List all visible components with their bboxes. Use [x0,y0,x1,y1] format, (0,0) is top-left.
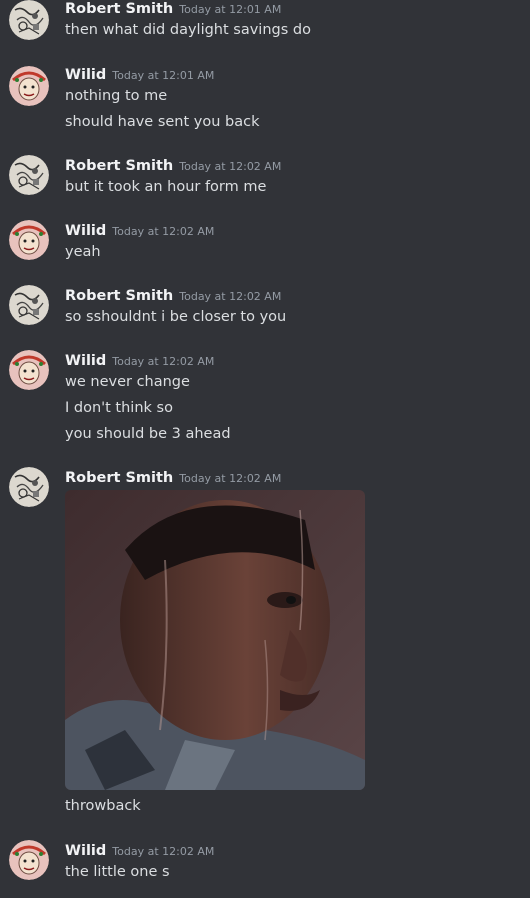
message-text: but it took an hour form me [65,179,267,195]
message-group: Robert Smith Today at 12:02 AM throwback [0,467,530,827]
chat-message-list: Robert Smith Today at 12:01 AM then what … [0,0,530,898]
username[interactable]: Robert Smith [65,470,173,486]
timestamp: Today at 12:01 AM [112,69,215,82]
cartoon-face-avatar-icon[interactable] [9,350,49,390]
username[interactable]: Robert Smith [65,1,173,17]
message-text: I don't think so [65,400,173,416]
timestamp: Today at 12:02 AM [179,160,282,173]
message-group: Robert Smith Today at 12:02 AM but it too… [0,155,530,215]
sketch-drawing-avatar-icon[interactable] [9,285,49,325]
message-group: Wilid Today at 12:02 AM the little one s [0,840,530,898]
message-text: throwback [65,798,141,814]
cartoon-face-avatar-icon[interactable] [9,66,49,106]
message-text: so sshouldnt i be closer to you [65,309,287,325]
timestamp: Today at 12:02 AM [112,225,215,238]
username[interactable]: Wilid [65,843,106,859]
message-header: Wilid Today at 12:02 AM [65,840,214,862]
message-header: Wilid Today at 12:02 AM [65,350,214,372]
message-text: should have sent you back [65,114,260,130]
message-text: we never change [65,374,190,390]
username[interactable]: Wilid [65,67,106,83]
message-text: then what did daylight savings do [65,22,311,38]
image-attachment[interactable] [65,490,365,790]
username[interactable]: Wilid [65,223,106,239]
message-group: Wilid Today at 12:02 AM yeah [0,220,530,280]
cartoon-face-avatar-icon[interactable] [9,840,49,880]
sketch-drawing-avatar-icon[interactable] [9,467,49,507]
timestamp: Today at 12:02 AM [179,290,282,303]
message-text: the little one s [65,864,170,880]
message-header: Robert Smith Today at 12:02 AM [65,155,281,177]
timestamp: Today at 12:01 AM [179,3,282,16]
message-group: Robert Smith Today at 12:02 AM so sshould… [0,285,530,345]
message-header: Robert Smith Today at 12:02 AM [65,285,281,307]
message-text: nothing to me [65,88,168,104]
timestamp: Today at 12:02 AM [112,845,215,858]
username[interactable]: Wilid [65,353,106,369]
sketch-drawing-avatar-icon[interactable] [9,155,49,195]
cartoon-face-avatar-icon[interactable] [9,220,49,260]
timestamp: Today at 12:02 AM [112,355,215,368]
message-text: you should be 3 ahead [65,426,231,442]
message-group: Robert Smith Today at 12:01 AM then what … [0,0,530,60]
message-group: Wilid Today at 12:01 AM nothing to me sho… [0,64,530,144]
timestamp: Today at 12:02 AM [179,472,282,485]
message-header: Wilid Today at 12:01 AM [65,64,214,86]
message-header: Robert Smith Today at 12:01 AM [65,0,281,20]
sweating-man-gif-icon [65,490,365,790]
message-text: yeah [65,244,101,260]
sketch-drawing-avatar-icon[interactable] [9,0,49,40]
username[interactable]: Robert Smith [65,288,173,304]
message-header: Wilid Today at 12:02 AM [65,220,214,242]
username[interactable]: Robert Smith [65,158,173,174]
message-header: Robert Smith Today at 12:02 AM [65,467,281,489]
message-group: Wilid Today at 12:02 AM we never change I… [0,350,530,450]
